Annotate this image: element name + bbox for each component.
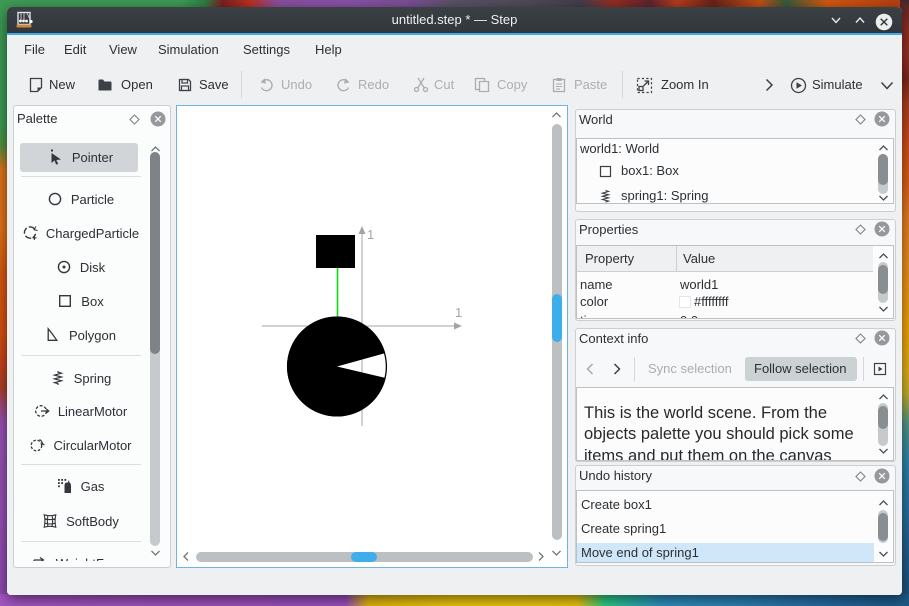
svg-text:1: 1 bbox=[367, 227, 374, 242]
svg-text:1: 1 bbox=[455, 305, 462, 320]
